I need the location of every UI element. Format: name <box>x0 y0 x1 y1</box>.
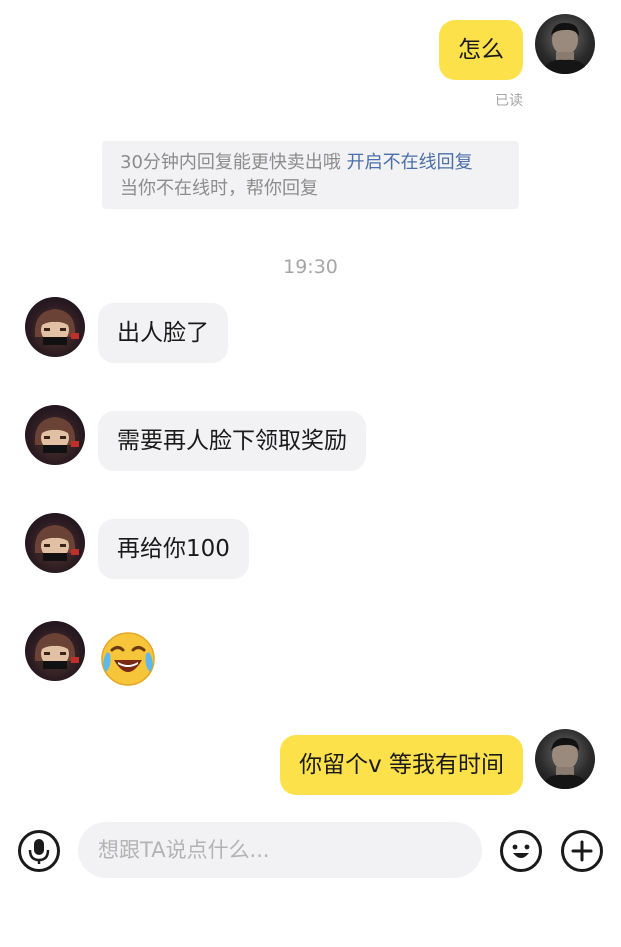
person-photo-icon <box>541 22 589 74</box>
system-notice-line-1: 30分钟内回复能更快卖出哦 开启不在线回复 <box>120 150 501 176</box>
contact-avatar[interactable] <box>25 621 85 681</box>
message-bubble-theirs[interactable]: 出人脸了 <box>98 303 228 363</box>
anime-character-icon <box>34 309 79 345</box>
message-input[interactable] <box>78 822 482 878</box>
voice-input-button[interactable] <box>18 830 60 872</box>
chat-message-list[interactable]: 怎么 已读 30分钟内回复能更快卖出哦 开启不在线回复 当你不在线时，帮你回复 … <box>0 0 621 810</box>
anime-character-icon <box>34 633 79 669</box>
message-bubble-mine[interactable]: 怎么 <box>439 20 523 80</box>
system-notice-line-2: 当你不在线时，帮你回复 <box>120 178 318 199</box>
my-avatar[interactable] <box>535 14 595 74</box>
my-avatar[interactable] <box>535 729 595 789</box>
anime-character-icon <box>34 525 79 561</box>
more-actions-button[interactable] <box>561 830 603 872</box>
message-timestamp: 19:30 <box>283 256 338 278</box>
contact-avatar[interactable] <box>25 513 85 573</box>
system-notice: 30分钟内回复能更快卖出哦 开启不在线回复 当你不在线时，帮你回复 <box>102 141 519 209</box>
smiley-icon <box>512 844 530 858</box>
read-status: 已读 <box>495 93 523 109</box>
plus-icon <box>571 840 593 862</box>
crying-laughing-emoji[interactable] <box>98 628 158 688</box>
microphone-icon <box>28 839 50 864</box>
message-bubble-theirs[interactable]: 需要再人脸下领取奖励 <box>98 411 366 471</box>
emoji-button[interactable] <box>500 830 542 872</box>
enable-offline-reply-link[interactable]: 开启不在线回复 <box>347 152 473 173</box>
message-input-bar <box>0 810 621 947</box>
anime-character-icon <box>34 417 79 453</box>
system-notice-text: 30分钟内回复能更快卖出哦 <box>120 152 341 173</box>
person-photo-icon <box>541 737 589 789</box>
contact-avatar[interactable] <box>25 297 85 357</box>
message-bubble-theirs[interactable]: 再给你100 <box>98 519 249 579</box>
message-bubble-mine[interactable]: 你留个v 等我有时间 <box>280 735 523 795</box>
contact-avatar[interactable] <box>25 405 85 465</box>
